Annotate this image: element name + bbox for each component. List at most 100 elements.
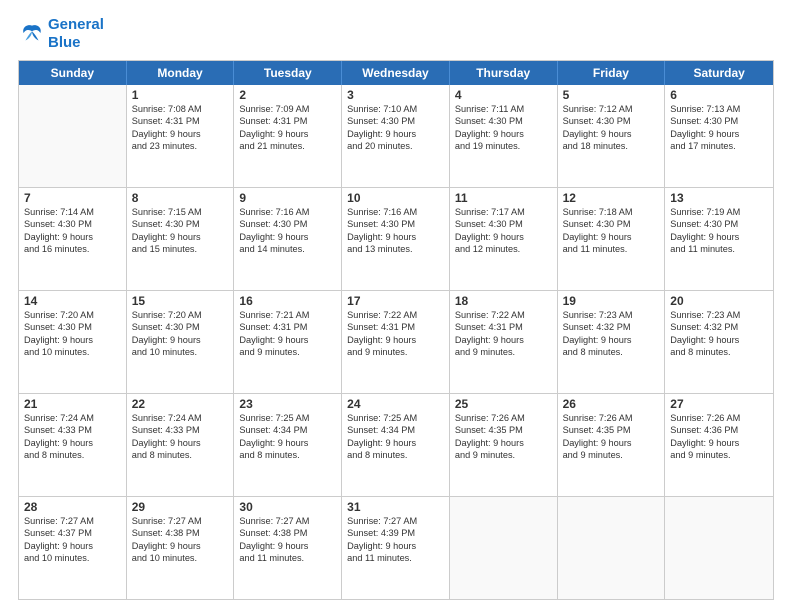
cell-info-line: Daylight: 9 hours <box>563 334 660 346</box>
calendar-day-28: 28Sunrise: 7:27 AMSunset: 4:37 PMDayligh… <box>19 497 127 599</box>
cell-info-line: and 9 minutes. <box>563 449 660 461</box>
cell-info-line: Sunset: 4:31 PM <box>455 321 552 333</box>
day-number: 31 <box>347 500 444 514</box>
cell-info-line: Daylight: 9 hours <box>455 231 552 243</box>
cell-info-line: and 17 minutes. <box>670 140 768 152</box>
cell-info-line: Daylight: 9 hours <box>239 540 336 552</box>
header: General Blue <box>18 16 774 52</box>
header-day-sunday: Sunday <box>19 61 127 85</box>
cell-info-line: Sunset: 4:34 PM <box>239 424 336 436</box>
header-day-wednesday: Wednesday <box>342 61 450 85</box>
cell-info-line: and 23 minutes. <box>132 140 229 152</box>
cell-info-line: Sunrise: 7:09 AM <box>239 103 336 115</box>
cell-info-line: and 11 minutes. <box>563 243 660 255</box>
cell-info-line: and 10 minutes. <box>24 552 121 564</box>
calendar-week-3: 14Sunrise: 7:20 AMSunset: 4:30 PMDayligh… <box>19 291 773 394</box>
cell-info-line: Daylight: 9 hours <box>455 128 552 140</box>
calendar-day-13: 13Sunrise: 7:19 AMSunset: 4:30 PMDayligh… <box>665 188 773 290</box>
cell-info-line: Sunset: 4:34 PM <box>347 424 444 436</box>
cell-info-line: Sunset: 4:30 PM <box>563 218 660 230</box>
calendar-empty-cell <box>19 85 127 187</box>
calendar-day-9: 9Sunrise: 7:16 AMSunset: 4:30 PMDaylight… <box>234 188 342 290</box>
calendar-week-4: 21Sunrise: 7:24 AMSunset: 4:33 PMDayligh… <box>19 394 773 497</box>
calendar-day-10: 10Sunrise: 7:16 AMSunset: 4:30 PMDayligh… <box>342 188 450 290</box>
cell-info-line: and 9 minutes. <box>347 346 444 358</box>
cell-info-line: Sunset: 4:30 PM <box>455 115 552 127</box>
calendar-day-7: 7Sunrise: 7:14 AMSunset: 4:30 PMDaylight… <box>19 188 127 290</box>
day-number: 25 <box>455 397 552 411</box>
cell-info-line: Sunrise: 7:27 AM <box>239 515 336 527</box>
day-number: 17 <box>347 294 444 308</box>
cell-info-line: and 10 minutes. <box>132 552 229 564</box>
cell-info-line: Sunrise: 7:10 AM <box>347 103 444 115</box>
cell-info-line: and 8 minutes. <box>563 346 660 358</box>
calendar-week-2: 7Sunrise: 7:14 AMSunset: 4:30 PMDaylight… <box>19 188 773 291</box>
calendar-day-30: 30Sunrise: 7:27 AMSunset: 4:38 PMDayligh… <box>234 497 342 599</box>
cell-info-line: and 8 minutes. <box>239 449 336 461</box>
cell-info-line: Sunset: 4:37 PM <box>24 527 121 539</box>
cell-info-line: Sunrise: 7:22 AM <box>347 309 444 321</box>
day-number: 9 <box>239 191 336 205</box>
cell-info-line: Daylight: 9 hours <box>239 128 336 140</box>
cell-info-line: and 9 minutes. <box>455 346 552 358</box>
calendar-day-26: 26Sunrise: 7:26 AMSunset: 4:35 PMDayligh… <box>558 394 666 496</box>
cell-info-line: Daylight: 9 hours <box>239 231 336 243</box>
cell-info-line: Sunrise: 7:21 AM <box>239 309 336 321</box>
cell-info-line: Sunset: 4:30 PM <box>347 218 444 230</box>
cell-info-line: Daylight: 9 hours <box>239 437 336 449</box>
cell-info-line: Daylight: 9 hours <box>455 334 552 346</box>
header-day-saturday: Saturday <box>665 61 773 85</box>
calendar-day-27: 27Sunrise: 7:26 AMSunset: 4:36 PMDayligh… <box>665 394 773 496</box>
cell-info-line: Daylight: 9 hours <box>347 128 444 140</box>
day-number: 26 <box>563 397 660 411</box>
cell-info-line: Sunrise: 7:23 AM <box>563 309 660 321</box>
day-number: 13 <box>670 191 768 205</box>
calendar-day-6: 6Sunrise: 7:13 AMSunset: 4:30 PMDaylight… <box>665 85 773 187</box>
cell-info-line: Daylight: 9 hours <box>132 540 229 552</box>
day-number: 29 <box>132 500 229 514</box>
header-day-tuesday: Tuesday <box>234 61 342 85</box>
logo-text-line1: General <box>48 16 104 34</box>
day-number: 21 <box>24 397 121 411</box>
day-number: 4 <box>455 88 552 102</box>
cell-info-line: Daylight: 9 hours <box>347 437 444 449</box>
cell-info-line: Sunrise: 7:17 AM <box>455 206 552 218</box>
cell-info-line: Sunset: 4:30 PM <box>24 218 121 230</box>
cell-info-line: Sunset: 4:39 PM <box>347 527 444 539</box>
cell-info-line: Sunset: 4:30 PM <box>132 218 229 230</box>
logo: General Blue <box>18 16 104 52</box>
cell-info-line: Daylight: 9 hours <box>24 540 121 552</box>
cell-info-line: Sunset: 4:30 PM <box>563 115 660 127</box>
header-day-thursday: Thursday <box>450 61 558 85</box>
cell-info-line: and 19 minutes. <box>455 140 552 152</box>
cell-info-line: Sunrise: 7:26 AM <box>455 412 552 424</box>
cell-info-line: Sunrise: 7:22 AM <box>455 309 552 321</box>
cell-info-line: and 9 minutes. <box>670 449 768 461</box>
cell-info-line: and 8 minutes. <box>132 449 229 461</box>
cell-info-line: Sunset: 4:32 PM <box>563 321 660 333</box>
day-number: 20 <box>670 294 768 308</box>
cell-info-line: Daylight: 9 hours <box>24 437 121 449</box>
cell-info-line: Sunset: 4:30 PM <box>455 218 552 230</box>
cell-info-line: Sunrise: 7:24 AM <box>24 412 121 424</box>
cell-info-line: Sunset: 4:30 PM <box>670 218 768 230</box>
calendar-day-20: 20Sunrise: 7:23 AMSunset: 4:32 PMDayligh… <box>665 291 773 393</box>
cell-info-line: and 10 minutes. <box>132 346 229 358</box>
cell-info-line: and 18 minutes. <box>563 140 660 152</box>
page: General Blue SundayMondayTuesdayWednesda… <box>0 0 792 612</box>
cell-info-line: and 11 minutes. <box>239 552 336 564</box>
day-number: 10 <box>347 191 444 205</box>
cell-info-line: Daylight: 9 hours <box>670 128 768 140</box>
cell-info-line: Daylight: 9 hours <box>670 437 768 449</box>
cell-info-line: Daylight: 9 hours <box>563 128 660 140</box>
cell-info-line: Sunset: 4:30 PM <box>132 321 229 333</box>
cell-info-line: Daylight: 9 hours <box>132 128 229 140</box>
cell-info-line: Sunset: 4:38 PM <box>239 527 336 539</box>
cell-info-line: Sunrise: 7:25 AM <box>347 412 444 424</box>
cell-info-line: Daylight: 9 hours <box>24 231 121 243</box>
cell-info-line: Sunrise: 7:14 AM <box>24 206 121 218</box>
day-number: 11 <box>455 191 552 205</box>
day-number: 27 <box>670 397 768 411</box>
cell-info-line: and 13 minutes. <box>347 243 444 255</box>
calendar-empty-cell <box>558 497 666 599</box>
